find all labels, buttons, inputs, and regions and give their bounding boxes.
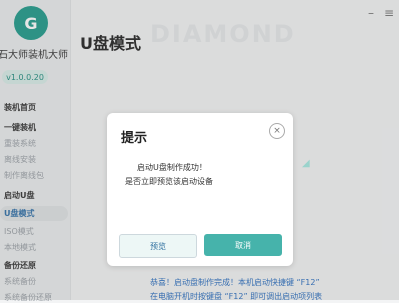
- close-icon[interactable]: ×: [269, 123, 285, 139]
- preview-button[interactable]: 预览: [119, 234, 197, 258]
- mouse-cursor-icon: [181, 129, 187, 135]
- dialog-message-line: 启动U盘制作成功！: [137, 163, 207, 172]
- dialog-title: 提示: [121, 131, 148, 146]
- cancel-button[interactable]: 取消: [204, 234, 282, 256]
- dialog-message-line: 是否立即预览该启动设备: [125, 177, 213, 186]
- fish-decoration-icon: ◢: [302, 158, 310, 169]
- prompt-dialog: 提示 × 启动U盘制作成功！ 是否立即预览该启动设备 ◢ 预览 取消: [107, 113, 310, 266]
- dialog-message: 启动U盘制作成功！ 是否立即预览该启动设备: [125, 161, 213, 189]
